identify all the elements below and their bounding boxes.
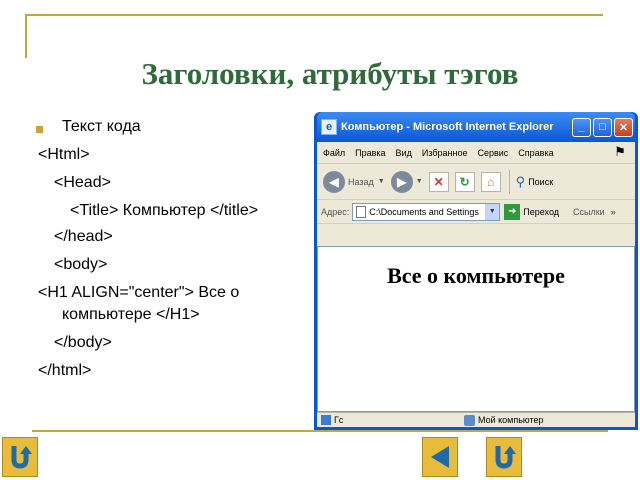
toolbar: ◀ Назад ▼ ▶ ▼ ✕ ↻ ⌂ ⚲ Поиск <box>317 164 635 200</box>
top-decoration-line <box>25 14 603 16</box>
links-label[interactable]: Ссылки <box>573 207 605 217</box>
return-button-right[interactable] <box>486 437 522 477</box>
browser-title: Компьютер - Microsoft Internet Explorer <box>341 121 554 133</box>
address-dropdown-icon[interactable]: ▼ <box>485 203 500 220</box>
menu-edit[interactable]: Правка <box>355 148 385 158</box>
code-line: </head> <box>54 228 113 245</box>
windows-flag-icon: ⚑ <box>614 144 626 159</box>
code-line: <H1 ALIGN="center"> Все о <box>38 284 240 301</box>
address-bar: Адрес: C:\Documents and Settings ▼ ➜ Пер… <box>317 200 635 224</box>
computer-zone-icon <box>464 414 475 426</box>
back-dropdown-icon[interactable]: ▼ <box>378 178 385 185</box>
ie-logo-icon: e <box>321 119 337 135</box>
address-label: Адрес: <box>321 206 350 217</box>
return-icon <box>11 446 32 469</box>
search-icon[interactable]: ⚲ <box>516 174 526 190</box>
refresh-icon[interactable]: ↻ <box>454 171 475 192</box>
address-value: C:\Documents and Settings <box>369 206 479 217</box>
menu-tools[interactable]: Сервис <box>477 148 508 158</box>
go-arrow-icon: ➜ <box>504 203 521 220</box>
code-line: <body> <box>54 256 108 273</box>
code-line: <Html> <box>38 146 90 163</box>
maximize-button[interactable]: □ <box>593 117 612 137</box>
browser-window: e Компьютер - Microsoft Internet Explore… <box>314 112 638 430</box>
return-icon <box>495 446 516 469</box>
code-line: <Title> Компьютер </title> <box>70 202 259 219</box>
previous-slide-button[interactable] <box>422 437 458 477</box>
browser-body: Файл Правка Вид Избранное Сервис Справка… <box>317 142 635 427</box>
previous-icon <box>431 446 449 468</box>
return-button[interactable] <box>2 437 38 477</box>
home-icon[interactable]: ⌂ <box>480 171 501 192</box>
page-icon <box>356 205 367 218</box>
forward-arrow-icon[interactable]: ▶ <box>390 170 413 193</box>
code-caption: Текст кода <box>62 118 141 135</box>
status-bar: Гс Мой компьютер <box>317 412 635 427</box>
browser-titlebar[interactable]: e Компьютер - Microsoft Internet Explore… <box>317 112 635 142</box>
status-left: Гс <box>334 415 344 425</box>
left-decoration-line <box>25 14 27 58</box>
status-zone: Мой компьютер <box>478 415 544 425</box>
go-button[interactable]: ➜ Переход <box>504 203 560 220</box>
code-line: компьютере </H1> <box>62 306 200 323</box>
code-line: </body> <box>54 334 112 351</box>
minimize-button[interactable]: _ <box>572 117 591 137</box>
address-input[interactable]: C:\Documents and Settings ▼ <box>352 202 501 221</box>
bullet-icon <box>36 126 43 133</box>
stop-icon[interactable]: ✕ <box>428 171 449 192</box>
menu-bar: Файл Правка Вид Избранное Сервис Справка… <box>317 142 635 164</box>
bottom-decoration-line <box>32 430 608 432</box>
menu-favorites[interactable]: Избранное <box>422 148 468 158</box>
page-heading: Все о компьютере <box>387 263 565 288</box>
go-label: Переход <box>523 206 560 217</box>
page-content: Все о компьютере <box>317 246 635 412</box>
menu-view[interactable]: Вид <box>396 148 412 158</box>
menu-file[interactable]: Файл <box>323 148 345 158</box>
links-chevron-icon[interactable]: » <box>611 207 616 217</box>
code-line: </html> <box>38 362 92 379</box>
close-button[interactable]: ✕ <box>614 117 633 137</box>
code-line: <Head> <box>54 174 111 191</box>
back-arrow-icon[interactable]: ◀ <box>323 170 345 193</box>
search-label[interactable]: Поиск <box>528 177 553 187</box>
menu-help[interactable]: Справка <box>518 148 553 158</box>
slide-title: Заголовки, атрибуты тэгов <box>141 56 519 91</box>
forward-dropdown-icon[interactable]: ▼ <box>416 178 423 185</box>
back-label[interactable]: Назад <box>348 177 374 187</box>
ie-status-icon <box>321 415 331 425</box>
toolbar-separator <box>508 169 510 194</box>
